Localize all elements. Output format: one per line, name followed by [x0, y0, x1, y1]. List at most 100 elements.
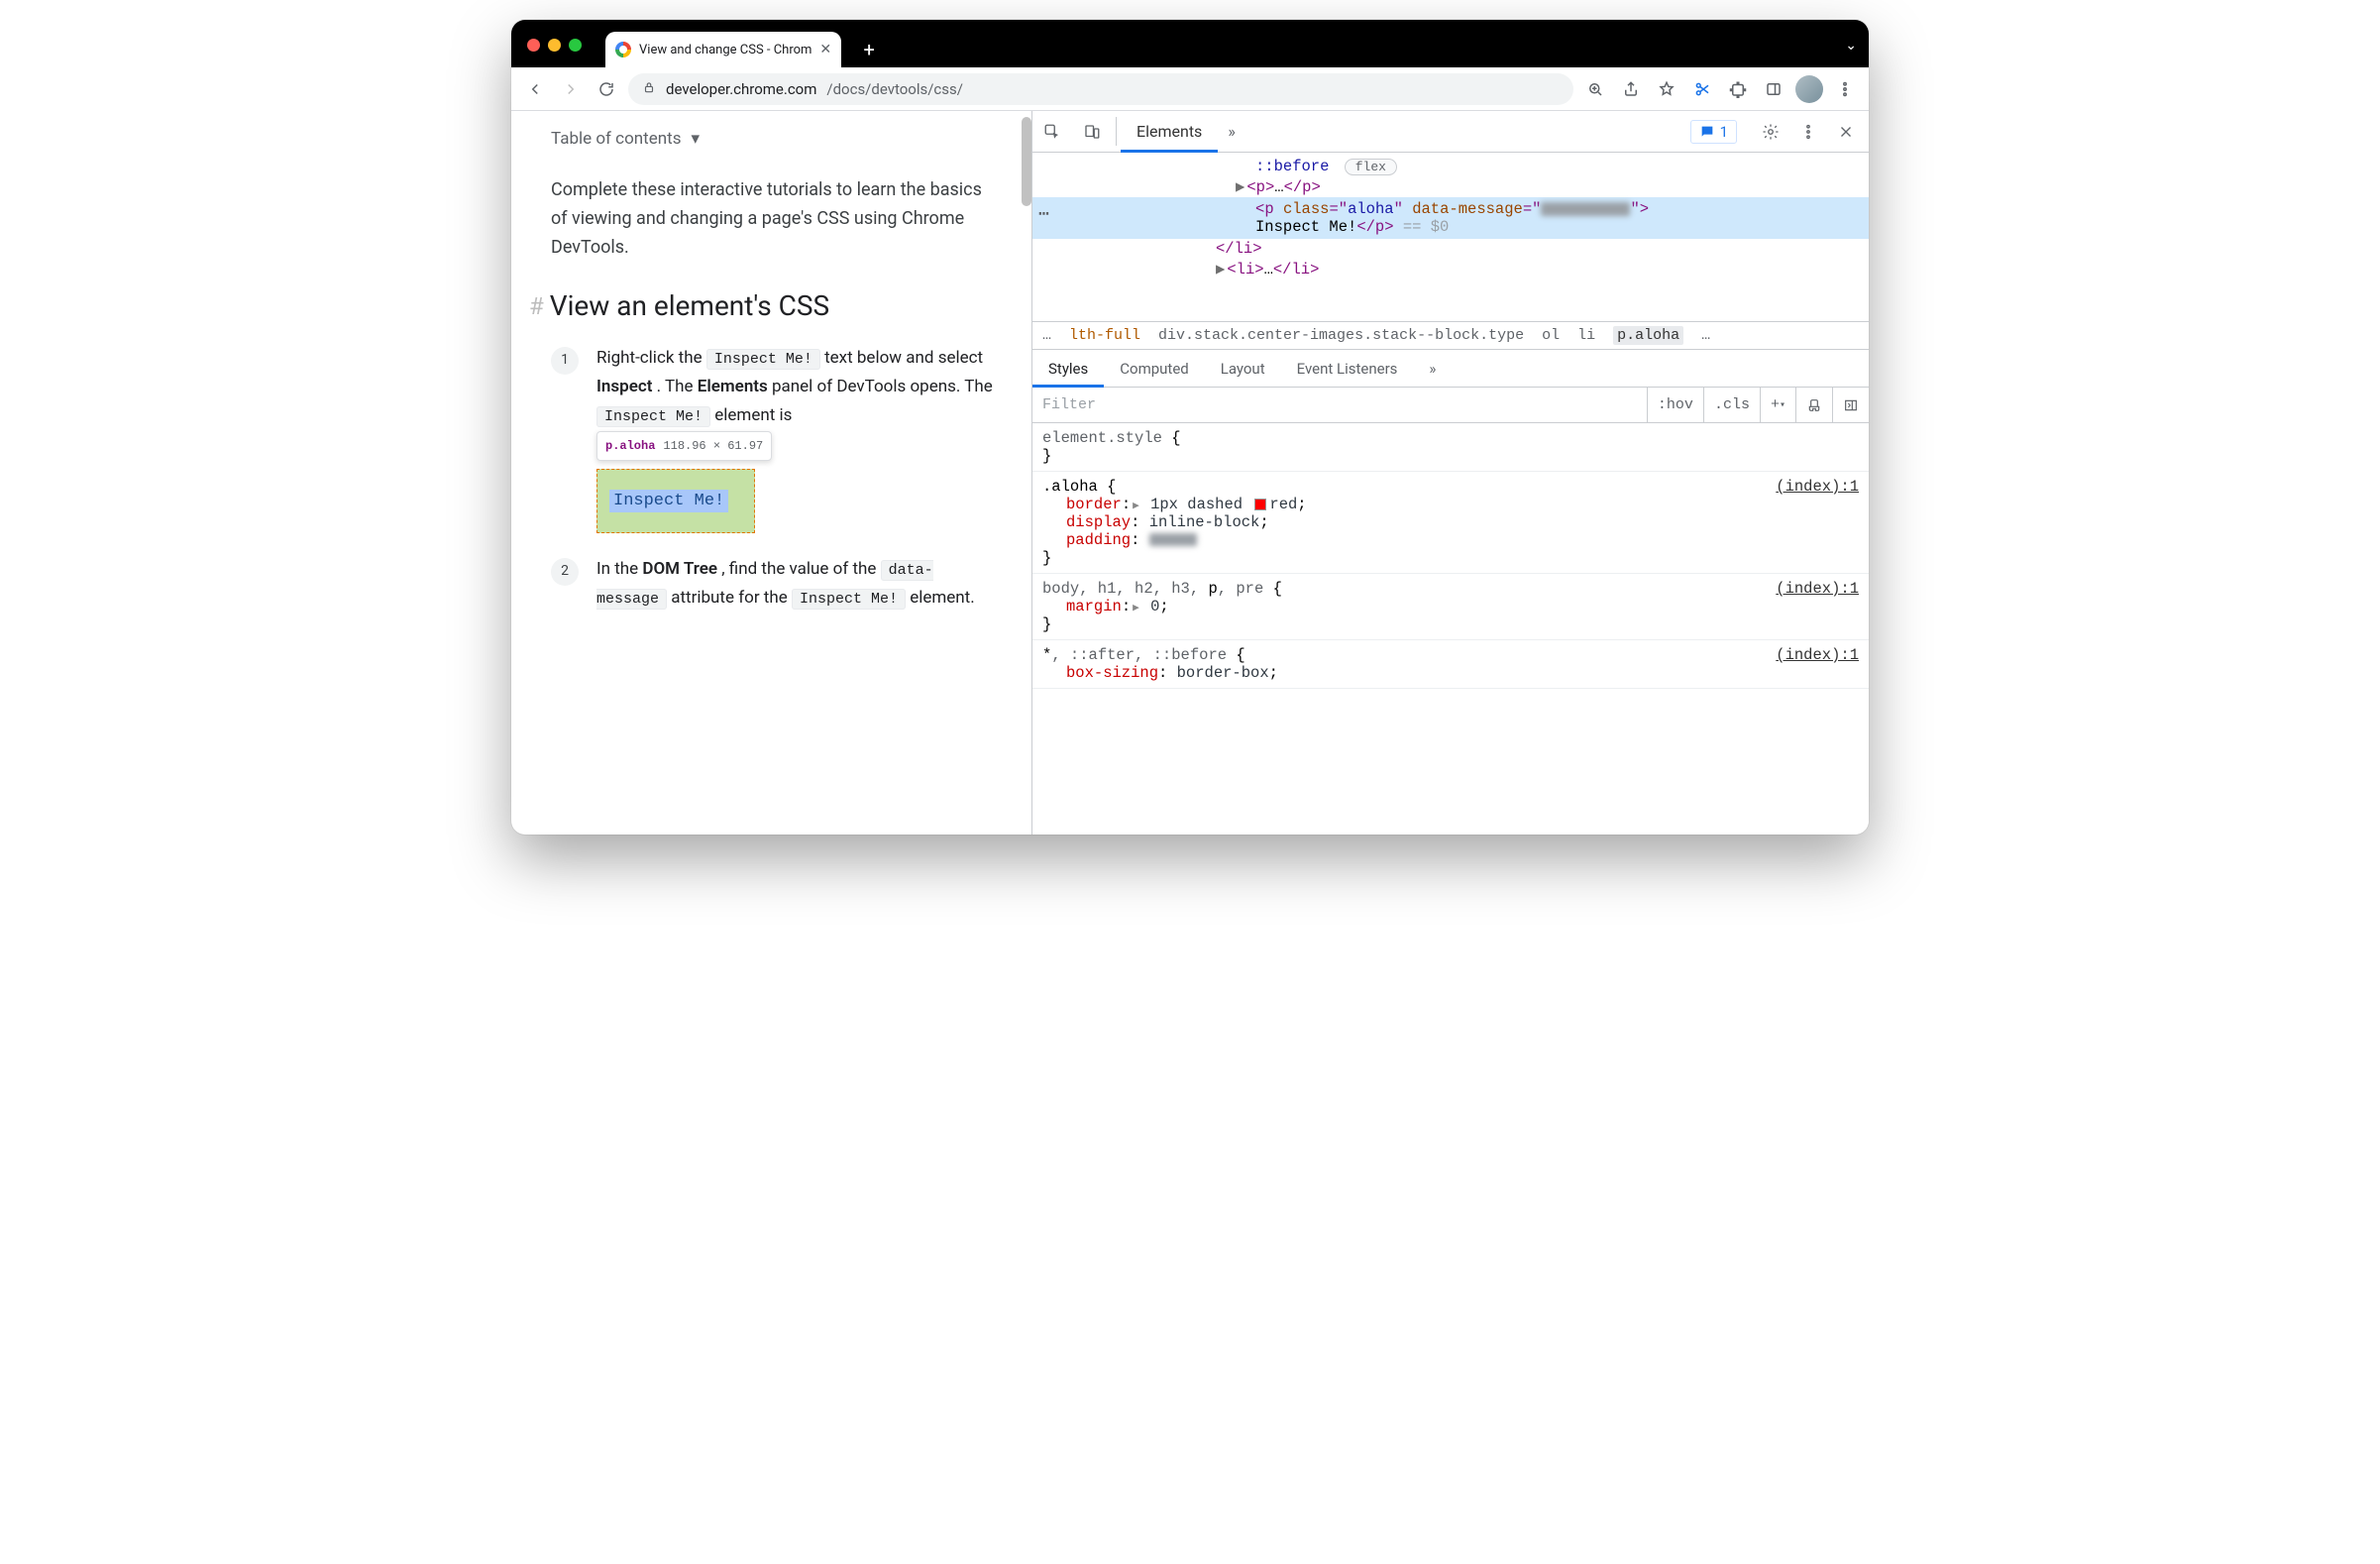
- cls-toggle[interactable]: .cls: [1703, 388, 1760, 422]
- tab-title: View and change CSS - Chrom: [639, 43, 811, 57]
- breadcrumb-item-active[interactable]: p.aloha: [1613, 326, 1683, 345]
- tab-layout[interactable]: Layout: [1205, 350, 1281, 387]
- paintbrush-icon[interactable]: [1795, 388, 1832, 422]
- tab-event-listeners[interactable]: Event Listeners: [1281, 350, 1414, 387]
- minimize-window-button[interactable]: [548, 39, 561, 52]
- css-rule-aloha[interactable]: (index):1 .aloha { border:▶ 1px dashed r…: [1032, 472, 1869, 574]
- step-number: 2: [551, 558, 579, 586]
- forward-button[interactable]: [557, 75, 585, 103]
- bookmark-star-icon[interactable]: [1653, 75, 1680, 103]
- dom-node[interactable]: ▶<li>…</li>: [1032, 259, 1869, 279]
- page-content: Table of contents ▾ Complete these inter…: [511, 111, 1031, 835]
- dom-node-selected[interactable]: ⋯ <p class="aloha" data-message=""> Insp…: [1032, 197, 1869, 239]
- tab-overflow-icon[interactable]: ⌄: [1845, 38, 1857, 54]
- tab-elements[interactable]: Elements: [1121, 111, 1218, 152]
- extensions-icon[interactable]: [1724, 75, 1752, 103]
- url-host: developer.chrome.com: [666, 80, 816, 98]
- code-chip: Inspect Me!: [792, 589, 906, 610]
- inspect-me-text: Inspect Me!: [609, 490, 728, 512]
- row-actions-icon[interactable]: ⋯: [1038, 203, 1050, 225]
- tab-styles[interactable]: Styles: [1032, 350, 1104, 387]
- settings-gear-icon[interactable]: [1754, 115, 1787, 149]
- rule-source-link[interactable]: (index):1: [1776, 580, 1859, 598]
- chevron-down-icon: ▾: [691, 129, 700, 149]
- expand-triangle-icon[interactable]: ▶: [1216, 261, 1225, 279]
- tooltip-selector: p.aloha: [605, 436, 655, 456]
- chrome-favicon-icon: [615, 42, 631, 57]
- zoom-window-button[interactable]: [569, 39, 582, 52]
- code-chip: Inspect Me!: [706, 349, 820, 370]
- address-bar[interactable]: developer.chrome.com/docs/devtools/css/: [628, 73, 1573, 105]
- css-rule-body-headings[interactable]: (index):1 body, h1, h2, h3, p, pre { mar…: [1032, 574, 1869, 640]
- step-item: 2 In the DOM Tree , find the value of th…: [551, 555, 1002, 613]
- flex-pill[interactable]: flex: [1345, 159, 1397, 175]
- inspect-tooltip: p.aloha 118.96 × 61.97: [596, 431, 772, 461]
- close-window-button[interactable]: [527, 39, 540, 52]
- rule-source-link[interactable]: (index):1: [1776, 646, 1859, 664]
- tabs-overflow-icon[interactable]: »: [1218, 111, 1245, 152]
- intro-paragraph: Complete these interactive tutorials to …: [551, 176, 1002, 262]
- rule-source-link[interactable]: (index):1: [1776, 478, 1859, 496]
- back-button[interactable]: [521, 75, 549, 103]
- window-controls: [527, 39, 582, 52]
- devtools-menu-icon[interactable]: [1791, 115, 1825, 149]
- inspect-element-icon[interactable]: [1032, 111, 1072, 152]
- dom-node[interactable]: ▶<p>…</p>: [1032, 176, 1869, 197]
- subtabs-overflow-icon[interactable]: »: [1413, 350, 1452, 387]
- table-of-contents-toggle[interactable]: Table of contents ▾: [551, 129, 1002, 149]
- section-heading-text: View an element's CSS: [550, 289, 829, 322]
- issues-count: 1: [1720, 123, 1728, 141]
- anchor-hash-icon[interactable]: #: [529, 292, 544, 320]
- breadcrumb-item[interactable]: li: [1577, 327, 1595, 344]
- breadcrumb-item[interactable]: div.stack.center-images.stack--block.typ…: [1158, 327, 1524, 344]
- styles-filter-bar: Filter :hov .cls +▾: [1032, 388, 1869, 423]
- new-tab-button[interactable]: +: [855, 36, 883, 63]
- redacted-value: [1149, 533, 1197, 546]
- inspect-target-region: p.aloha 118.96 × 61.97 Inspect Me!: [596, 469, 755, 533]
- css-rule-element-style[interactable]: element.style { }: [1032, 423, 1869, 472]
- toggle-sidebar-icon[interactable]: [1832, 388, 1869, 422]
- tooltip-dimensions: 118.96 × 61.97: [663, 436, 763, 456]
- step-body: Right-click the Inspect Me! text below a…: [596, 344, 1002, 532]
- inspect-me-element[interactable]: Inspect Me!: [596, 469, 755, 533]
- chrome-menu-icon[interactable]: [1831, 75, 1859, 103]
- issues-badge[interactable]: 1: [1690, 120, 1737, 144]
- new-style-rule-icon[interactable]: +▾: [1760, 388, 1795, 422]
- sidepanel-icon[interactable]: [1760, 75, 1787, 103]
- styles-filter-input[interactable]: Filter: [1032, 396, 1647, 413]
- dom-node[interactable]: </li>: [1032, 239, 1869, 259]
- device-toolbar-icon[interactable]: [1072, 111, 1112, 152]
- devtools-tabbar: Elements » 1: [1032, 111, 1869, 153]
- reload-button[interactable]: [593, 75, 620, 103]
- section-heading: # View an element's CSS: [551, 289, 1002, 322]
- expand-triangle-icon[interactable]: ▶: [1236, 178, 1244, 196]
- breadcrumb-item[interactable]: ol: [1542, 327, 1560, 344]
- step-body: In the DOM Tree , find the value of the …: [596, 555, 1002, 613]
- zoom-icon[interactable]: [1581, 75, 1609, 103]
- page-scrollbar-thumb[interactable]: [1022, 117, 1031, 206]
- devtools-panel: Elements » 1: [1031, 111, 1869, 835]
- url-path: /docs/devtools/css/: [826, 80, 963, 98]
- color-swatch-icon[interactable]: [1254, 499, 1266, 510]
- hov-toggle[interactable]: :hov: [1647, 388, 1703, 422]
- breadcrumb-item[interactable]: lth-full: [1069, 327, 1140, 344]
- dom-node[interactable]: ::before flex: [1032, 157, 1869, 176]
- share-icon[interactable]: [1617, 75, 1645, 103]
- browser-toolbar: developer.chrome.com/docs/devtools/css/: [511, 67, 1869, 111]
- scissors-icon[interactable]: [1688, 75, 1716, 103]
- step-item: 1 Right-click the Inspect Me! text below…: [551, 344, 1002, 532]
- code-chip: Inspect Me!: [596, 406, 710, 427]
- dom-tree[interactable]: ::before flex ▶<p>…</p> ⋯ <p class="aloh…: [1032, 153, 1869, 321]
- css-rule-universal[interactable]: (index):1 *, ::after, ::before { box-siz…: [1032, 640, 1869, 689]
- dom-breadcrumb[interactable]: … lth-full div.stack.center-images.stack…: [1032, 321, 1869, 350]
- close-tab-icon[interactable]: ✕: [819, 42, 831, 57]
- close-devtools-icon[interactable]: [1829, 115, 1863, 149]
- browser-tab-active[interactable]: View and change CSS - Chrom ✕: [605, 32, 841, 67]
- step-number: 1: [551, 347, 579, 375]
- toc-label: Table of contents: [551, 129, 681, 149]
- redacted-value: [1541, 202, 1630, 216]
- profile-avatar[interactable]: [1795, 75, 1823, 103]
- tab-computed[interactable]: Computed: [1104, 350, 1205, 387]
- lock-icon[interactable]: [642, 80, 656, 98]
- styles-subtabs: Styles Computed Layout Event Listeners »: [1032, 350, 1869, 388]
